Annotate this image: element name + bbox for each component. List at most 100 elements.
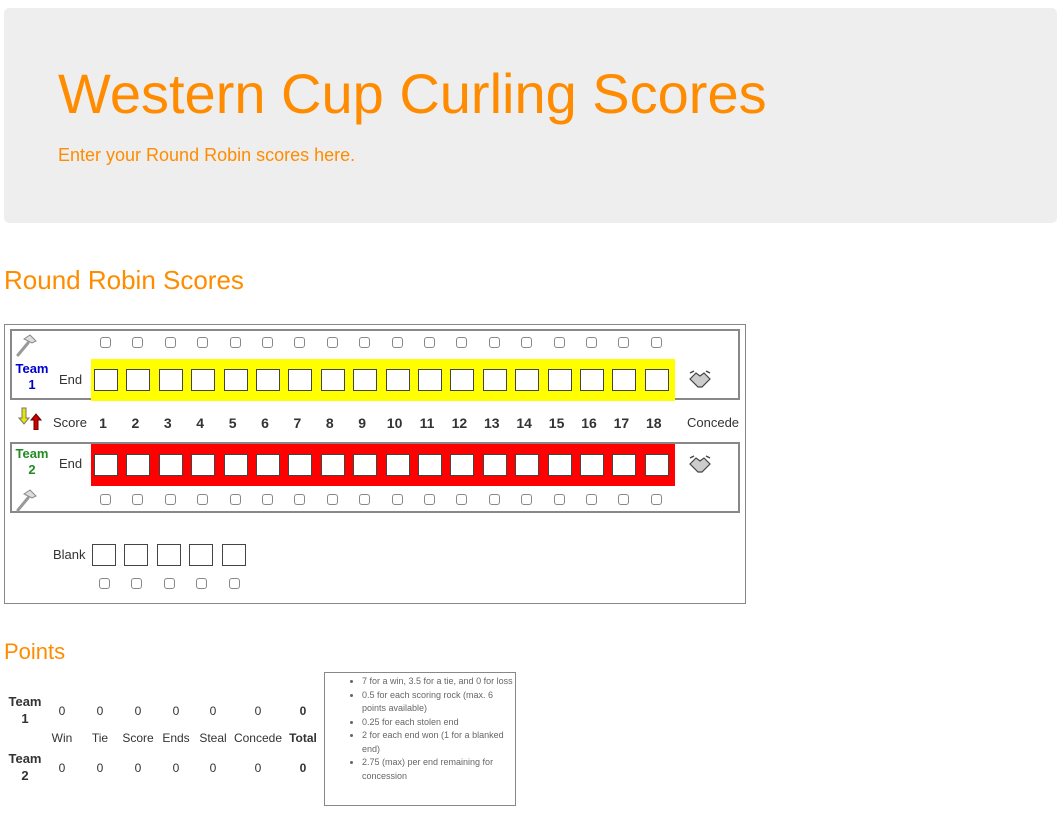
team1-end-input[interactable] xyxy=(612,369,637,391)
team2-hammer-checkbox[interactable] xyxy=(424,494,435,505)
team2-hammer-checkbox[interactable] xyxy=(391,494,403,505)
blank-end-checkbox[interactable] xyxy=(196,578,208,589)
team2-hammer-checkbox[interactable] xyxy=(650,494,662,505)
team1-end-input[interactable] xyxy=(191,369,216,391)
team1-hammer-checkbox[interactable] xyxy=(262,337,273,348)
swap-arrows-icon[interactable] xyxy=(18,406,42,430)
team1-end-input[interactable] xyxy=(482,369,507,391)
hammer-icon xyxy=(16,489,37,512)
blank-end-input[interactable] xyxy=(221,544,246,566)
hammer-icon xyxy=(16,334,37,357)
team1-end-input[interactable] xyxy=(547,369,572,391)
team2-hammer-checkbox[interactable] xyxy=(456,494,468,505)
team1-hammer-checkbox[interactable] xyxy=(326,337,338,348)
blank-end-input[interactable] xyxy=(124,544,149,566)
blank-end-input[interactable] xyxy=(156,544,181,566)
team2-end-input[interactable] xyxy=(418,454,442,476)
team2-end-input[interactable] xyxy=(320,454,345,476)
team1-end-input[interactable] xyxy=(223,369,248,391)
team1-end-input[interactable] xyxy=(515,369,540,391)
team1-hammer-checkbox[interactable] xyxy=(456,337,468,348)
team1-hammer-checkbox[interactable] xyxy=(618,337,630,348)
team1-end-input[interactable] xyxy=(320,369,345,391)
team2-end-input[interactable] xyxy=(515,454,540,476)
team2-hammer-checkbox[interactable] xyxy=(132,494,144,505)
team1-end-input[interactable] xyxy=(418,369,442,391)
end-number: 8 xyxy=(325,415,334,431)
concede-label: Concede xyxy=(687,415,740,430)
team2-hammer-checkbox[interactable] xyxy=(197,494,209,505)
team2-end-input[interactable] xyxy=(612,454,637,476)
rule-item: 2 for each end won (1 for a blanked end) xyxy=(362,729,515,756)
team2-end-input[interactable] xyxy=(158,454,183,476)
end-number: 5 xyxy=(228,415,237,431)
team2-hammer-checkbox[interactable] xyxy=(326,494,338,505)
end-number: 9 xyxy=(358,415,367,431)
team1-hammer-checkbox[interactable] xyxy=(424,337,435,348)
team1-name-line2: 1 xyxy=(28,377,36,392)
team2-name-line1: Team xyxy=(15,446,49,461)
team1-end-input[interactable] xyxy=(158,369,183,391)
team1-row: Team 1 End xyxy=(10,329,740,401)
team1-hammer-checkbox[interactable] xyxy=(553,337,565,348)
blank-end-checkbox[interactable] xyxy=(131,578,143,589)
team2-end-input[interactable] xyxy=(580,454,604,476)
team2-hammer-checkbox[interactable] xyxy=(553,494,565,505)
team1-hammer-checkbox[interactable] xyxy=(164,337,176,348)
team2-hammer-checkbox[interactable] xyxy=(262,494,273,505)
team2-end-input[interactable] xyxy=(256,454,280,476)
team1-end-input[interactable] xyxy=(580,369,604,391)
team2-end-input[interactable] xyxy=(94,454,118,476)
team2-end-input[interactable] xyxy=(288,454,313,476)
scoring-rules: 7 for a win, 3.5 for a tie, and 0 for lo… xyxy=(324,672,516,806)
team2-end-input[interactable] xyxy=(547,454,572,476)
team1-hammer-checkbox[interactable] xyxy=(100,337,111,348)
team1-end-input[interactable] xyxy=(385,369,410,391)
team1-end-input[interactable] xyxy=(126,369,151,391)
team1-hammer-checkbox[interactable] xyxy=(132,337,144,348)
blank-end-checkbox[interactable] xyxy=(163,578,175,589)
team1-hammer-checkbox[interactable] xyxy=(229,337,241,348)
team1-end-input[interactable] xyxy=(353,369,378,391)
team1-hammer-checkbox[interactable] xyxy=(391,337,403,348)
team2-hammer-checkbox[interactable] xyxy=(359,494,371,505)
team1-end-input[interactable] xyxy=(450,369,475,391)
blank-end-input[interactable] xyxy=(92,544,116,566)
team1-hammer-checkbox[interactable] xyxy=(294,337,306,348)
team2-hammer-checkbox[interactable] xyxy=(294,494,306,505)
team2-end-input[interactable] xyxy=(223,454,248,476)
team2-hammer-checkbox[interactable] xyxy=(164,494,176,505)
team1-hammer-checkbox[interactable] xyxy=(197,337,209,348)
team2-end-input[interactable] xyxy=(644,454,669,476)
handshake-icon[interactable] xyxy=(688,454,712,474)
team1-end-input[interactable] xyxy=(256,369,280,391)
rule-item: 0.25 for each stolen end xyxy=(362,716,515,730)
team2-end-input[interactable] xyxy=(353,454,378,476)
handshake-icon[interactable] xyxy=(688,369,712,389)
team1-hammer-checkbox[interactable] xyxy=(488,337,500,348)
team1-hammer-checkbox[interactable] xyxy=(359,337,371,348)
team1-hammer-checkbox[interactable] xyxy=(650,337,662,348)
team2-hammer-checkbox[interactable] xyxy=(229,494,241,505)
team1-ends-band xyxy=(91,359,675,401)
team2-hammer-checkbox[interactable] xyxy=(521,494,533,505)
team1-hammer-checkbox[interactable] xyxy=(586,337,597,348)
end-number: 14 xyxy=(516,415,532,431)
team2-end-input[interactable] xyxy=(191,454,216,476)
team2-end-input[interactable] xyxy=(482,454,507,476)
blank-end-checkbox[interactable] xyxy=(99,578,110,589)
blank-end-checkbox[interactable] xyxy=(228,578,240,589)
team2-end-input[interactable] xyxy=(385,454,410,476)
team1-hammer-checkbox[interactable] xyxy=(521,337,533,348)
team2-hammer-checkbox[interactable] xyxy=(586,494,597,505)
team2-hammer-checkbox[interactable] xyxy=(488,494,500,505)
team2-hammer-checkbox[interactable] xyxy=(100,494,111,505)
team2-hammer-checkbox[interactable] xyxy=(618,494,630,505)
team2-end-input[interactable] xyxy=(126,454,151,476)
team1-end-input[interactable] xyxy=(644,369,669,391)
blank-end-input[interactable] xyxy=(189,544,214,566)
team1-end-input[interactable] xyxy=(94,369,118,391)
team2-end-input[interactable] xyxy=(450,454,475,476)
team1-end-input[interactable] xyxy=(288,369,313,391)
end-number: 10 xyxy=(386,415,403,431)
